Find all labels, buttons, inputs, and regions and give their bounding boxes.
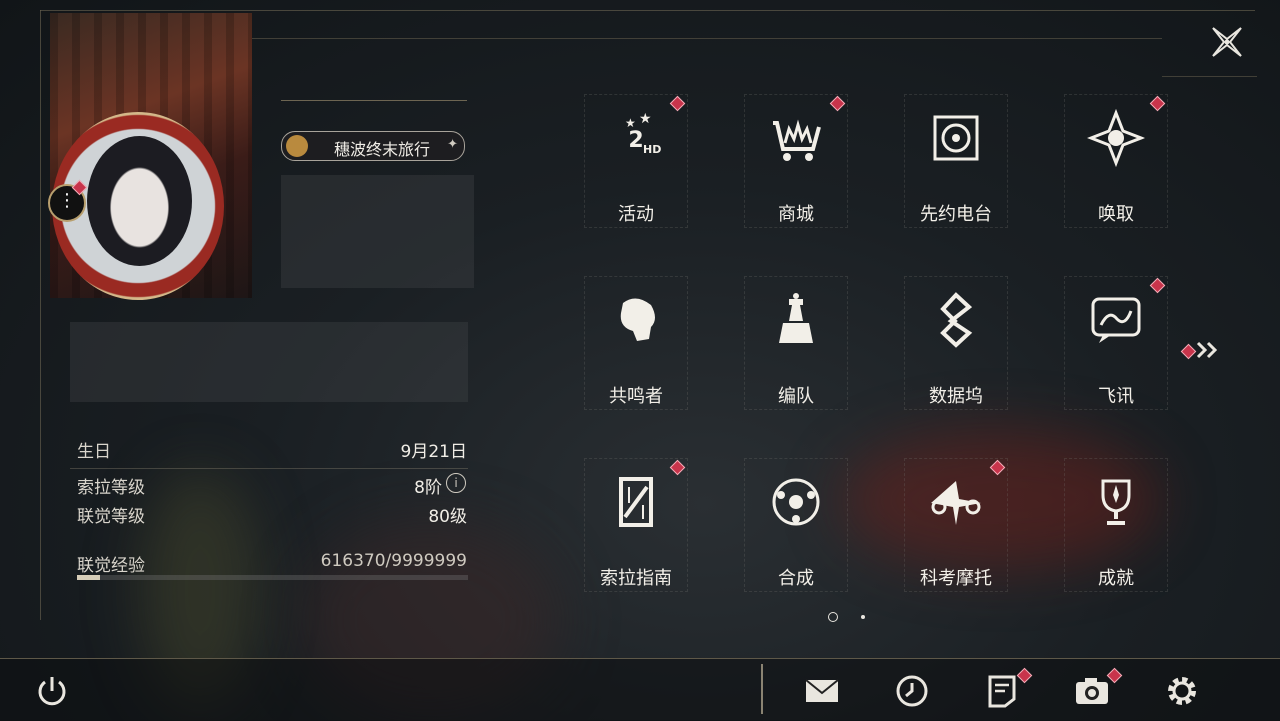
menu-tile[interactable]: 先约电台 <box>904 94 1008 228</box>
birthday-label: 生日 <box>77 442 111 462</box>
resonator-head-icon <box>620 298 655 341</box>
sparkle-icon: ✦ <box>447 137 458 152</box>
player-name: 穗波终末旅行 <box>334 140 431 159</box>
union-level-value: 80级 <box>428 507 467 527</box>
notification-dot <box>1149 95 1166 112</box>
menu-tile[interactable]: 飞讯 <box>1064 276 1168 410</box>
player-name-badge: 穗波终末旅行 ✦ <box>281 131 465 161</box>
frame-inner-line <box>252 38 1162 39</box>
menu-tile[interactable]: 数据坞 <box>904 276 1008 410</box>
menu-tile-label: 成就 <box>1098 568 1134 589</box>
menu-tile-label: 编队 <box>778 386 814 407</box>
capybara-icon <box>286 135 308 157</box>
power-icon[interactable] <box>33 672 71 710</box>
message-icon <box>1091 297 1141 343</box>
menu-tile[interactable]: 成就 <box>1064 458 1168 592</box>
menu-tile-label: 索拉指南 <box>600 568 672 589</box>
name-divider <box>281 100 467 101</box>
exp-progress-track <box>77 575 468 580</box>
shop-cart-icon <box>773 119 821 161</box>
avatar[interactable] <box>87 136 192 266</box>
notice-icon[interactable] <box>983 672 1021 710</box>
gacha-compass-icon <box>1087 109 1145 167</box>
menu-tile-label: 共鸣者 <box>609 386 663 407</box>
union-exp-value: 616370/9999999 <box>320 551 467 571</box>
guide-book-icon <box>619 477 653 527</box>
frame-inner-corner <box>1162 76 1257 77</box>
menu-tile[interactable]: 编队 <box>744 276 848 410</box>
menu-tile[interactable]: 唤取 <box>1064 94 1168 228</box>
event-icon: 2 HD ★ ★ <box>625 111 661 156</box>
union-level-label: 联觉等级 <box>77 507 145 527</box>
svg-text:★: ★ <box>639 111 652 127</box>
page-indicator[interactable] <box>861 615 865 619</box>
notification-dot <box>669 459 686 476</box>
radio-icon <box>933 115 979 161</box>
close-icon[interactable] <box>1209 24 1245 60</box>
notification-dot <box>669 95 686 112</box>
stat-divider <box>70 468 468 469</box>
union-exp-label: 联觉经验 <box>77 556 145 576</box>
menu-tile-label: 商城 <box>778 204 814 225</box>
sol-rank-label: 索拉等级 <box>77 478 145 498</box>
menu-tile-label: 数据坞 <box>929 386 983 407</box>
chess-formation-icon <box>779 293 813 343</box>
bottom-divider <box>761 664 763 714</box>
notification-dot <box>1149 277 1166 294</box>
sol-rank-value: 8阶 <box>414 478 442 498</box>
svg-text:★: ★ <box>625 116 636 130</box>
data-bank-icon <box>940 292 973 348</box>
notification-dot <box>989 459 1006 476</box>
mail-icon[interactable] <box>803 672 841 710</box>
birthday-value: 9月21日 <box>400 442 467 462</box>
synthesis-icon <box>772 478 820 526</box>
blurred-signature-area <box>70 322 468 402</box>
settings-gear-icon[interactable] <box>1163 672 1201 710</box>
menu-tile[interactable]: 商城 <box>744 94 848 228</box>
svg-text:HD: HD <box>643 143 661 156</box>
menu-tile[interactable]: 共鸣者 <box>584 276 688 410</box>
menu-tile-label: 先约电台 <box>920 204 992 225</box>
page-indicator-active[interactable] <box>828 612 838 622</box>
motorcycle-icon <box>931 481 981 525</box>
menu-tile[interactable]: 2 HD ★ ★ 活动 <box>584 94 688 228</box>
menu-tile-label: 唤取 <box>1098 204 1134 225</box>
menu-tile[interactable]: 合成 <box>744 458 848 592</box>
notification-dot <box>1180 343 1197 360</box>
notification-dot <box>829 95 846 112</box>
exp-progress-fill <box>77 575 101 580</box>
info-icon[interactable]: i <box>446 473 466 493</box>
blurred-info-area <box>281 175 474 288</box>
trophy-icon <box>1101 479 1131 525</box>
menu-tile-label: 活动 <box>618 204 654 225</box>
clock-icon[interactable] <box>893 672 931 710</box>
camera-icon[interactable] <box>1073 672 1111 710</box>
menu-tile-label: 科考摩托 <box>920 568 992 589</box>
frame-top-line <box>40 10 1255 11</box>
svg-text:2: 2 <box>628 128 643 153</box>
menu-tile-label: 飞讯 <box>1098 386 1134 407</box>
next-page-icon[interactable] <box>1195 340 1221 360</box>
menu-tile-label: 合成 <box>778 568 814 589</box>
frame-left-line <box>40 10 41 620</box>
menu-tile[interactable]: 索拉指南 <box>584 458 688 592</box>
menu-tile[interactable]: 科考摩托 <box>904 458 1008 592</box>
